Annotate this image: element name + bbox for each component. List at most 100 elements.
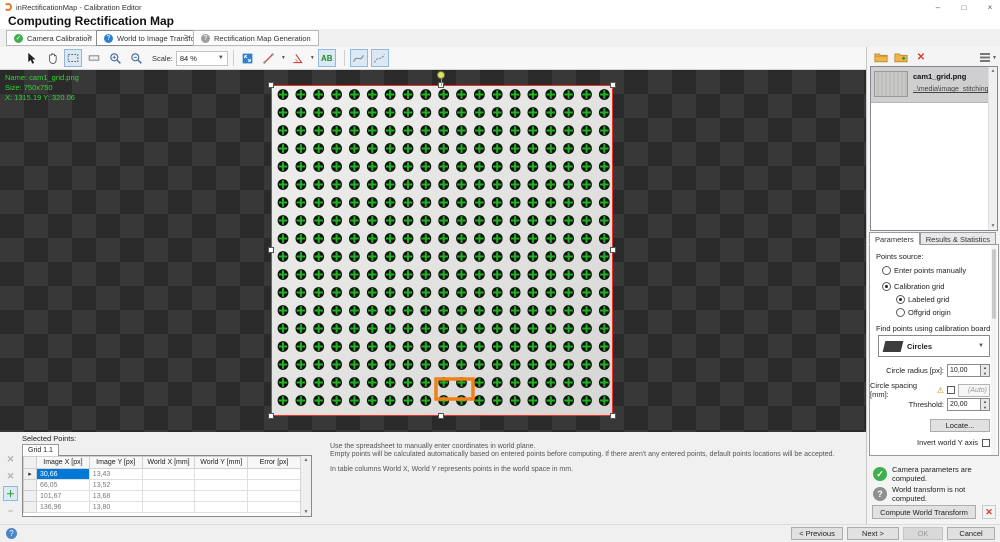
next-button[interactable]: Next > bbox=[847, 527, 899, 540]
circle-spacing-checkbox[interactable] bbox=[947, 386, 955, 394]
table-cell[interactable] bbox=[248, 480, 301, 491]
zoom-in-icon[interactable] bbox=[106, 49, 124, 67]
image-viewport[interactable]: Name: cam1_grid.png Size: 750x750 X: 131… bbox=[0, 70, 866, 432]
open-folder-icon[interactable] bbox=[872, 48, 890, 66]
locate-button[interactable]: Locate... bbox=[930, 419, 990, 432]
file-list-scrollbar[interactable]: ▲ ▼ bbox=[988, 67, 997, 230]
cancel-button[interactable]: Cancel bbox=[947, 527, 995, 540]
chevron-down-icon[interactable]: ▼ bbox=[310, 55, 315, 61]
col-world-y[interactable]: World Y [mm] bbox=[195, 457, 248, 469]
circle-spacing-value[interactable]: (Auto) bbox=[958, 384, 990, 397]
table-cell[interactable] bbox=[142, 469, 195, 480]
add-point-icon[interactable]: ＋ bbox=[3, 486, 18, 501]
table-cell[interactable]: 101,67 bbox=[37, 491, 90, 502]
radio-enter-points-manually[interactable]: Enter points manually bbox=[882, 266, 990, 275]
table-cell[interactable] bbox=[195, 491, 248, 502]
resize-handle-mid-left[interactable] bbox=[268, 247, 274, 253]
resize-handle-mid-right[interactable] bbox=[610, 247, 616, 253]
resize-handle-bottom-right[interactable] bbox=[610, 413, 616, 419]
col-image-x[interactable]: Image X [px] bbox=[37, 457, 90, 469]
points-table-scrollbar[interactable]: ▲ ▼ bbox=[300, 456, 311, 516]
threshold-value[interactable]: 20,00 bbox=[947, 398, 981, 411]
resize-handle-bottom-center[interactable] bbox=[438, 413, 444, 419]
scroll-down-icon[interactable]: ▼ bbox=[301, 509, 311, 515]
table-cell[interactable] bbox=[248, 502, 301, 513]
region-tool-icon[interactable] bbox=[85, 49, 103, 67]
table-cell[interactable]: 13,80 bbox=[89, 502, 142, 513]
radio-offgrid-origin[interactable]: Offgrid origin bbox=[896, 308, 990, 317]
zoom-out-icon[interactable] bbox=[127, 49, 145, 67]
previous-button[interactable]: < Previous bbox=[791, 527, 843, 540]
table-cell[interactable] bbox=[142, 480, 195, 491]
resize-handle-top-right[interactable] bbox=[610, 82, 616, 88]
view-mode-icon[interactable] bbox=[980, 53, 990, 62]
col-error[interactable]: Error [px] bbox=[248, 457, 301, 469]
freehand-curve-tool-icon[interactable] bbox=[371, 49, 389, 67]
circle-radius-value[interactable]: 10,00 bbox=[947, 364, 981, 377]
table-cell[interactable]: 13,43 bbox=[89, 469, 142, 480]
table-cell[interactable]: 13,52 bbox=[89, 480, 142, 491]
add-images-folder-icon[interactable] bbox=[892, 48, 910, 66]
labels-toggle-icon[interactable]: AB bbox=[318, 49, 336, 67]
table-cell[interactable]: 136,96 bbox=[37, 502, 90, 513]
tab-parameters[interactable]: Parameters bbox=[869, 232, 920, 245]
calibration-grid-image[interactable] bbox=[272, 86, 612, 415]
select-cursor-icon[interactable] bbox=[22, 49, 40, 67]
table-cell[interactable]: 30,66 bbox=[37, 469, 90, 480]
tab-camera-calibration[interactable]: ✓ Camera Calibration bbox=[6, 30, 100, 46]
ok-button[interactable]: OK bbox=[903, 527, 943, 540]
resize-handle-bottom-left[interactable] bbox=[268, 413, 274, 419]
table-cell[interactable] bbox=[195, 480, 248, 491]
minimize-button[interactable]: – bbox=[932, 3, 944, 12]
clear-transform-icon[interactable]: ✕ bbox=[982, 505, 996, 519]
table-cell[interactable] bbox=[142, 502, 195, 513]
measure-angle-tool-icon[interactable] bbox=[289, 49, 307, 67]
table-row[interactable]: 101,6713,68 bbox=[24, 491, 301, 502]
col-world-x[interactable]: World X [mm] bbox=[142, 457, 195, 469]
parameters-scrollbar[interactable] bbox=[991, 245, 997, 455]
measure-line-tool-icon[interactable] bbox=[260, 49, 278, 67]
chevron-down-icon[interactable]: ▼ bbox=[992, 55, 997, 61]
table-row[interactable]: 136,9613,80 bbox=[24, 502, 301, 513]
radio-calibration-grid[interactable]: Calibration grid bbox=[882, 282, 990, 291]
close-button[interactable]: × bbox=[984, 3, 996, 12]
compute-world-transform-button[interactable]: Compute World Transform bbox=[872, 505, 976, 519]
remove-image-icon[interactable]: ✕ bbox=[912, 48, 930, 66]
board-type-combobox[interactable]: Circles ▼ bbox=[878, 335, 990, 357]
scroll-up-icon[interactable]: ▲ bbox=[989, 68, 997, 74]
table-cell[interactable] bbox=[142, 491, 195, 502]
delete-grid-icon[interactable]: ✕ bbox=[3, 469, 18, 484]
delete-all-points-icon[interactable]: ✕ bbox=[3, 452, 18, 467]
scroll-up-icon[interactable]: ▲ bbox=[301, 457, 311, 463]
table-cell[interactable] bbox=[248, 469, 301, 480]
table-cell[interactable]: 66,05 bbox=[37, 480, 90, 491]
chevron-down-icon[interactable]: ▼ bbox=[281, 55, 286, 61]
tab-rectification-map-generation[interactable]: ? Rectification Map Generation bbox=[193, 30, 319, 46]
table-cell[interactable] bbox=[248, 491, 301, 502]
rotation-handle[interactable] bbox=[437, 71, 445, 79]
resize-handle-top-left[interactable] bbox=[268, 82, 274, 88]
table-cell[interactable]: 13,68 bbox=[89, 491, 142, 502]
table-cell[interactable] bbox=[195, 502, 248, 513]
pan-hand-icon[interactable] bbox=[43, 49, 61, 67]
table-cell[interactable] bbox=[195, 469, 248, 480]
circle-radius-spinner[interactable]: 10,00 ▲▼ bbox=[947, 364, 990, 377]
table-row[interactable]: ▸30,6613,43 bbox=[24, 469, 301, 480]
invert-world-y-checkbox[interactable] bbox=[982, 439, 990, 447]
scale-combobox[interactable]: 84 % ▼ bbox=[176, 51, 228, 66]
col-image-y[interactable]: Image Y [px] bbox=[89, 457, 142, 469]
remove-point-icon[interactable]: − bbox=[3, 503, 18, 518]
threshold-spinner[interactable]: 20,00 ▲▼ bbox=[947, 398, 990, 411]
rectangle-select-tool-icon[interactable] bbox=[64, 49, 82, 67]
scroll-down-icon[interactable]: ▼ bbox=[989, 223, 997, 229]
grid-tab[interactable]: Grid 1.1 bbox=[22, 444, 59, 456]
maximize-button[interactable]: □ bbox=[958, 3, 970, 12]
file-path-link[interactable]: ..\media\image_stitching... bbox=[913, 86, 994, 93]
spinner-arrows-icon[interactable]: ▲▼ bbox=[981, 364, 990, 377]
help-icon[interactable]: ? bbox=[6, 528, 17, 539]
table-row[interactable]: 66,0513,52 bbox=[24, 480, 301, 491]
fit-to-window-icon[interactable] bbox=[239, 49, 257, 67]
list-item-cam1-grid[interactable]: cam1_grid.png ..\media\image_stitching..… bbox=[871, 67, 997, 103]
spinner-arrows-icon[interactable]: ▲▼ bbox=[981, 398, 990, 411]
curve-tool-icon[interactable] bbox=[350, 49, 368, 67]
